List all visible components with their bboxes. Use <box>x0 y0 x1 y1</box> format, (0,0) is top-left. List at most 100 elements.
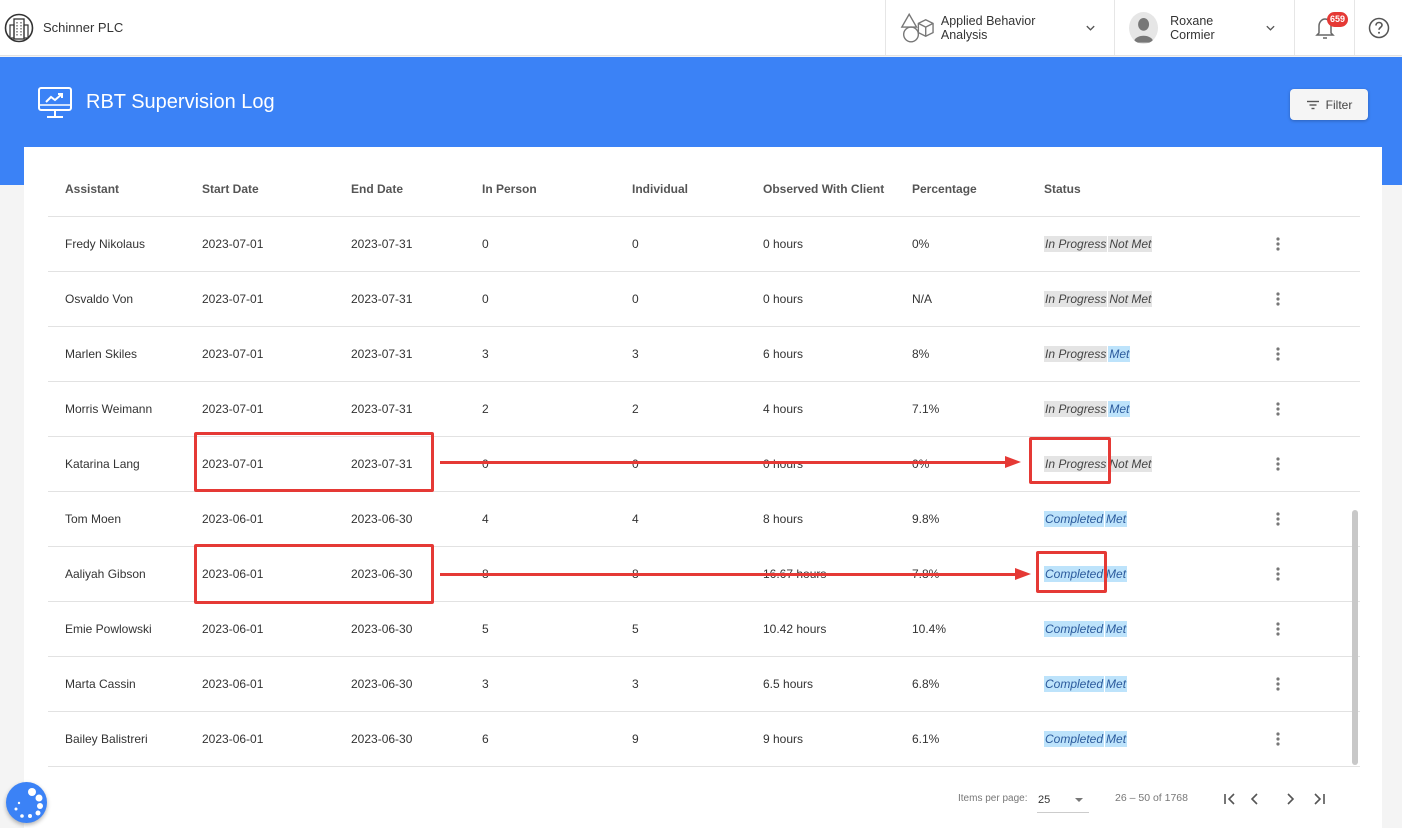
table-row[interactable]: Morris Weimann 2023-07-01 2023-07-31 2 2 4 ho… <box>48 381 1360 437</box>
progress-status-badge: In Progress <box>1044 400 1108 417</box>
app-selector[interactable]: Applied Behavior Analysis <box>885 0 1114 55</box>
cell-percentage: 6.8% <box>895 656 1027 712</box>
cell-observed-with-client: 16.67 hours <box>746 546 895 602</box>
cell-percentage: 7.8% <box>895 546 1027 602</box>
cell-in-person: 6 <box>465 711 615 767</box>
cell-actions <box>1249 601 1360 657</box>
cell-in-person: 0 <box>465 216 615 272</box>
cell-individual: 0 <box>615 436 746 492</box>
column-header-status[interactable]: Status <box>1027 163 1249 217</box>
cell-in-person: 3 <box>465 326 615 382</box>
cell-observed-with-client: 0 hours <box>746 216 895 272</box>
items-per-page-value: 25 <box>1038 793 1051 806</box>
cell-actions <box>1249 326 1360 382</box>
more-vertical-icon <box>1276 566 1280 581</box>
table-row[interactable]: Osvaldo Von 2023-07-01 2023-07-31 0 0 0 hours… <box>48 271 1360 327</box>
cell-status: Completed Met <box>1027 711 1249 767</box>
progress-status-badge: In Progress <box>1044 235 1108 252</box>
chevron-down-icon <box>1266 25 1275 31</box>
row-menu-button[interactable] <box>1266 232 1290 256</box>
row-menu-button[interactable] <box>1266 727 1290 751</box>
previous-page-button[interactable] <box>1243 788 1267 810</box>
cell-assistant: Fredy Nikolaus <box>48 216 185 272</box>
cell-status: Completed Met <box>1027 656 1249 712</box>
cell-assistant: Osvaldo Von <box>48 271 185 327</box>
cell-individual: 0 <box>615 271 746 327</box>
cell-actions <box>1249 711 1360 767</box>
cell-end-date: 2023-06-30 <box>334 656 465 712</box>
cell-status: Completed Met <box>1027 546 1249 602</box>
cell-in-person: 0 <box>465 271 615 327</box>
notifications-button[interactable]: 659 <box>1294 0 1354 55</box>
met-status-badge: Not Met <box>1108 290 1153 307</box>
table-row[interactable]: Emie Powlowski 2023-06-01 2023-06-30 5 5 10.4… <box>48 601 1360 657</box>
row-menu-button[interactable] <box>1266 342 1290 366</box>
column-header-in-person[interactable]: In Person <box>465 163 615 217</box>
row-menu-button[interactable] <box>1266 562 1290 586</box>
cell-status: Completed Met <box>1027 601 1249 657</box>
user-menu[interactable]: Roxane Cormier <box>1114 0 1294 55</box>
met-status-badge: Not Met <box>1108 455 1153 472</box>
table-scrollbar[interactable] <box>1352 510 1358 765</box>
top-bar: Schinner PLC Applied Behavior Analysis R… <box>0 0 1402 56</box>
table-row[interactable]: Marlen Skiles 2023-07-01 2023-07-31 3 3 6 hou… <box>48 326 1360 382</box>
more-vertical-icon <box>1276 401 1280 416</box>
column-header-percentage[interactable]: Percentage <box>895 163 1027 217</box>
table-header-row: Assistant Start Date End Date In Person … <box>48 163 1360 217</box>
met-status-badge: Met <box>1108 400 1131 417</box>
items-per-page-select[interactable]: 25 <box>1037 785 1089 813</box>
column-header-individual[interactable]: Individual <box>615 163 746 217</box>
table-row[interactable]: Tom Moen 2023-06-01 2023-06-30 4 4 8 hours 9.8… <box>48 491 1360 547</box>
table-row[interactable]: Aaliyah Gibson 2023-06-01 2023-06-30 8 8 16.6… <box>48 546 1360 602</box>
help-button[interactable] <box>1354 0 1402 55</box>
cell-end-date: 2023-07-31 <box>334 326 465 382</box>
chevron-left-icon <box>1250 793 1258 805</box>
table-row[interactable]: Bailey Balistreri 2023-06-01 2023-06-30 6 9 9… <box>48 711 1360 767</box>
met-status-badge: Met <box>1105 565 1128 582</box>
cell-assistant: Aaliyah Gibson <box>48 546 185 602</box>
cell-individual: 8 <box>615 546 746 602</box>
row-menu-button[interactable] <box>1266 452 1290 476</box>
cell-status: In Progress Not Met <box>1027 271 1249 327</box>
cell-individual: 9 <box>615 711 746 767</box>
row-menu-button[interactable] <box>1266 672 1290 696</box>
cell-actions <box>1249 216 1360 272</box>
floating-menu-button[interactable] <box>6 782 47 823</box>
cell-observed-with-client: 0 hours <box>746 436 895 492</box>
table-row[interactable]: Katarina Lang 2023-07-01 2023-07-31 0 0 0 hou… <box>48 436 1360 492</box>
table-row[interactable]: Fredy Nikolaus 2023-07-01 2023-07-31 0 0 0 ho… <box>48 216 1360 272</box>
progress-status-badge: Completed <box>1044 565 1105 582</box>
cell-individual: 4 <box>615 491 746 547</box>
column-header-observed-with-client[interactable]: Observed With Client <box>746 163 895 217</box>
page-title: RBT Supervision Log <box>86 91 275 113</box>
cell-assistant: Tom Moen <box>48 491 185 547</box>
brand[interactable]: Schinner PLC <box>0 0 123 55</box>
row-menu-button[interactable] <box>1266 617 1290 641</box>
cell-assistant: Katarina Lang <box>48 436 185 492</box>
cell-in-person: 8 <box>465 546 615 602</box>
cell-assistant: Marta Cassin <box>48 656 185 712</box>
column-header-start-date[interactable]: Start Date <box>185 163 334 217</box>
progress-status-badge: Completed <box>1044 510 1105 527</box>
building-logo-icon <box>4 13 34 42</box>
met-status-badge: Met <box>1105 675 1128 692</box>
row-menu-button[interactable] <box>1266 507 1290 531</box>
cell-percentage: 8% <box>895 326 1027 382</box>
filter-button-label: Filter <box>1325 97 1353 112</box>
column-header-end-date[interactable]: End Date <box>334 163 465 217</box>
cell-in-person: 5 <box>465 601 615 657</box>
monitor-chart-icon <box>38 87 72 118</box>
cell-actions <box>1249 546 1360 602</box>
row-menu-button[interactable] <box>1266 287 1290 311</box>
table-row[interactable]: Marta Cassin 2023-06-01 2023-06-30 3 3 6.5 ho… <box>48 656 1360 712</box>
first-page-button[interactable] <box>1218 788 1242 810</box>
filter-button[interactable]: Filter <box>1290 89 1368 120</box>
user-name: Roxane Cormier <box>1170 13 1215 42</box>
column-header-assistant[interactable]: Assistant <box>48 163 185 217</box>
more-vertical-icon <box>1276 511 1280 526</box>
next-page-button[interactable] <box>1278 788 1302 810</box>
supervision-log-card: Assistant Start Date End Date In Person … <box>24 147 1382 828</box>
row-menu-button[interactable] <box>1266 397 1290 421</box>
cell-actions <box>1249 491 1360 547</box>
last-page-button[interactable] <box>1307 788 1331 810</box>
